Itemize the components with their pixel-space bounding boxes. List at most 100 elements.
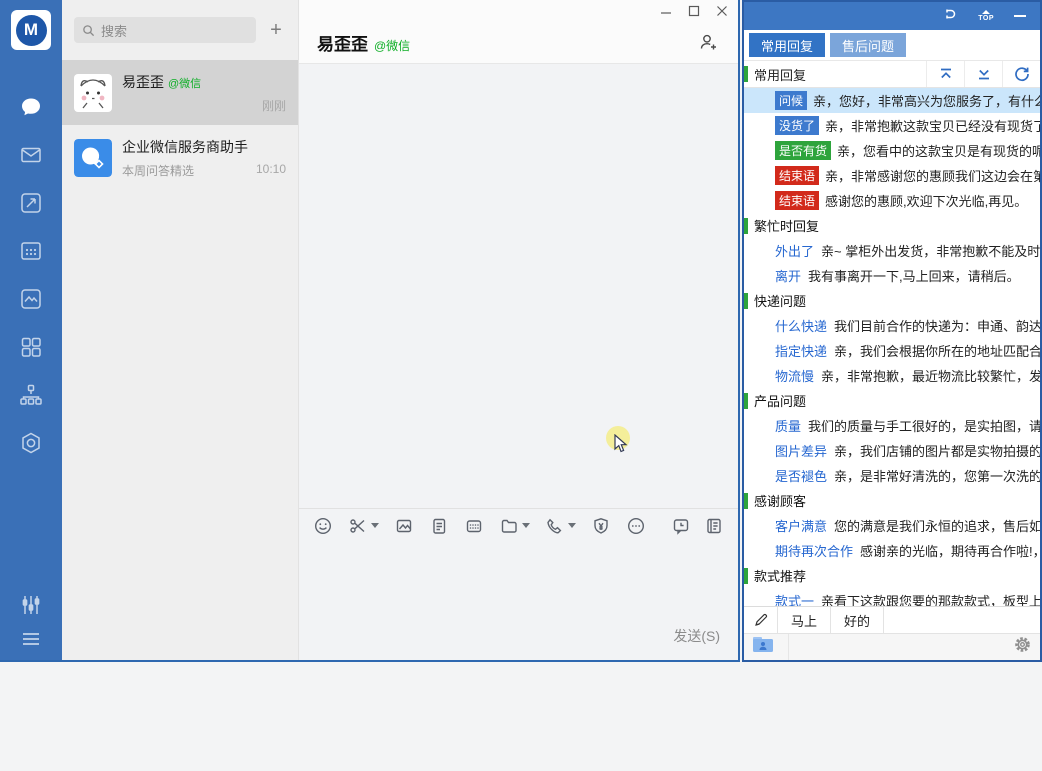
chat-icon[interactable]: [18, 94, 44, 120]
chat-item-subtitle: 本周问答精选: [122, 162, 194, 179]
reply-tag: 是否褪色: [775, 466, 827, 485]
minimize-button[interactable]: [660, 5, 672, 17]
reply-item[interactable]: 图片差异亲，我们店铺的图片都是实物拍摄的...: [744, 438, 1040, 463]
reply-tag: 质量: [775, 416, 801, 435]
card-grid-icon[interactable]: [464, 516, 484, 536]
reply-item[interactable]: 没货了亲，非常抱歉这款宝贝已经没有现货了...: [744, 113, 1040, 138]
green-marker: [744, 393, 748, 409]
reply-group-header[interactable]: 产品问题: [744, 388, 1040, 413]
chat-history-icon[interactable]: [671, 516, 691, 536]
reply-tag: 期待再次合作: [775, 541, 853, 560]
reply-text: 亲，非常抱歉，最近物流比较繁忙，发...: [821, 366, 1040, 385]
reply-item[interactable]: 指定快递亲，我们会根据你所在的地址匹配合...: [744, 338, 1040, 363]
settings-gear-icon[interactable]: [1013, 635, 1032, 659]
search-icon: [82, 24, 95, 37]
org-chart-icon[interactable]: [18, 382, 44, 408]
reply-text: 亲，我们店铺的图片都是实物拍摄的...: [834, 441, 1040, 460]
calendar-icon[interactable]: [18, 238, 44, 264]
reply-tag: 什么快递: [775, 316, 827, 335]
panel-minimize-button[interactable]: [1014, 15, 1026, 17]
search-input[interactable]: 搜索: [74, 17, 256, 43]
chat-record-icon[interactable]: [704, 516, 724, 536]
reply-text: 亲，是非常好清洗的，您第一次洗的...: [834, 466, 1040, 485]
apps-cube-icon[interactable]: [18, 430, 44, 456]
chat-item-title: 企业微信服务商助手: [122, 137, 248, 157]
reply-item[interactable]: 是否褪色亲，是非常好清洗的，您第一次洗的...: [744, 463, 1040, 488]
payment-icon[interactable]: [591, 516, 611, 536]
reply-item[interactable]: 物流慢亲，非常抱歉，最近物流比较繁忙，发...: [744, 363, 1040, 388]
reply-group-header[interactable]: 感谢顾客: [744, 488, 1040, 513]
tab-common-replies[interactable]: 常用回复: [749, 33, 825, 57]
reply-item[interactable]: 是否有货亲，您看中的这款宝贝是有现货的呢...: [744, 138, 1040, 163]
send-button[interactable]: 发送(S): [673, 626, 720, 646]
reply-item[interactable]: 结束语亲，非常感谢您的惠顾我们这边会在第...: [744, 163, 1040, 188]
reply-group-title: 款式推荐: [754, 566, 806, 585]
add-member-icon[interactable]: [698, 32, 718, 57]
reply-text: 我们的质量与手工很好的，是实拍图，请...: [808, 416, 1040, 435]
reply-item[interactable]: 期待再次合作感谢亲的光临，期待再合作啦!，...: [744, 538, 1040, 563]
reply-item[interactable]: 外出了亲~ 掌柜外出发货，非常抱歉不能及时...: [744, 238, 1040, 263]
reply-text: 亲，非常抱歉这款宝贝已经没有现货了...: [825, 116, 1040, 135]
shared-folder-icon[interactable]: [752, 636, 774, 658]
reply-item[interactable]: 什么快递我们目前合作的快递为：申通、韵达...: [744, 313, 1040, 338]
more-icon[interactable]: [626, 516, 646, 536]
pin-on-top-icon[interactable]: TOP: [978, 10, 994, 22]
desktop: M: [0, 0, 1042, 771]
panel-statusbar: [744, 633, 1040, 660]
reply-item[interactable]: 问候亲，您好，非常高兴为您服务了，有什么...: [744, 88, 1040, 113]
green-marker: [744, 493, 748, 509]
edit-pencil-button[interactable]: [744, 607, 778, 633]
chat-item-wecom-helper[interactable]: 企业微信服务商助手 本周问答精选 10:10: [62, 125, 298, 190]
quick-reply-button[interactable]: 马上: [778, 607, 831, 633]
call-icon[interactable]: [545, 516, 576, 536]
file-icon[interactable]: [429, 516, 449, 536]
close-button[interactable]: [716, 5, 728, 17]
quick-button-bar: 马上好的: [744, 606, 1040, 633]
caret-down-icon: [522, 523, 530, 528]
filters-icon[interactable]: [18, 592, 44, 618]
chat-title: 易歪歪@微信: [317, 30, 410, 55]
scroll-to-bottom-button[interactable]: [964, 61, 1002, 87]
reply-text: 感谢亲的光临，期待再合作啦!，...: [860, 541, 1040, 560]
statusbar-divider: [788, 634, 789, 660]
mail-icon[interactable]: [18, 142, 44, 168]
scroll-to-top-button[interactable]: [926, 61, 964, 87]
green-marker: [744, 66, 748, 82]
reply-group-header[interactable]: 款式推荐: [744, 563, 1040, 588]
reply-item[interactable]: 结束语感谢您的惠顾,欢迎下次光临,再见。: [744, 188, 1040, 213]
tab-aftersale-questions[interactable]: 售后问题: [830, 33, 906, 57]
chat-panel: 易歪歪@微信: [298, 0, 738, 660]
reply-item[interactable]: 款式一亲看下这款跟您要的那款款式，板型上...: [744, 588, 1040, 606]
refresh-button[interactable]: [1002, 61, 1040, 87]
reply-group-title: 繁忙时回复: [754, 216, 819, 235]
menu-icon[interactable]: [18, 626, 44, 652]
reply-group-header[interactable]: 繁忙时回复: [744, 213, 1040, 238]
emoji-icon[interactable]: [313, 516, 333, 536]
reply-item[interactable]: 离开我有事离开一下,马上回来，请稍后。: [744, 263, 1040, 288]
quick-reply-button[interactable]: 好的: [831, 607, 884, 633]
screenshot-icon[interactable]: [348, 516, 379, 536]
chat-item-yiwaiwai[interactable]: 易歪歪 @微信 刚刚: [62, 60, 298, 125]
reply-tag: 没货了: [775, 116, 819, 135]
reply-text: 亲~ 掌柜外出发货，非常抱歉不能及时...: [821, 241, 1040, 260]
gallery-icon[interactable]: [18, 286, 44, 312]
reply-tag: 是否有货: [775, 141, 831, 160]
window-controls: [660, 5, 728, 17]
reply-group-header[interactable]: 快递问题: [744, 288, 1040, 313]
folder-icon[interactable]: [499, 516, 530, 536]
image-icon[interactable]: [394, 516, 414, 536]
workbench-icon[interactable]: [18, 334, 44, 360]
reply-item[interactable]: 质量我们的质量与手工很好的，是实拍图，请...: [744, 413, 1040, 438]
reply-item[interactable]: 客户满意您的满意是我们永恒的追求，售后如...: [744, 513, 1040, 538]
yiwaiwai-logo[interactable]: M: [11, 10, 51, 50]
reply-tag: 外出了: [775, 241, 814, 260]
reply-tag: 款式一: [775, 591, 814, 606]
magnet-dock-icon[interactable]: [942, 6, 958, 27]
docs-icon[interactable]: [18, 190, 44, 216]
add-chat-button[interactable]: +: [266, 20, 286, 40]
maximize-button[interactable]: [688, 5, 700, 17]
reply-list: 问候亲，您好，非常高兴为您服务了，有什么...没货了亲，非常抱歉这款宝贝已经没有…: [744, 88, 1040, 606]
reply-text: 您的满意是我们永恒的追求，售后如...: [834, 516, 1040, 535]
chat-title-badge: @微信: [374, 39, 410, 53]
reply-text: 亲，我们会根据你所在的地址匹配合...: [834, 341, 1040, 360]
